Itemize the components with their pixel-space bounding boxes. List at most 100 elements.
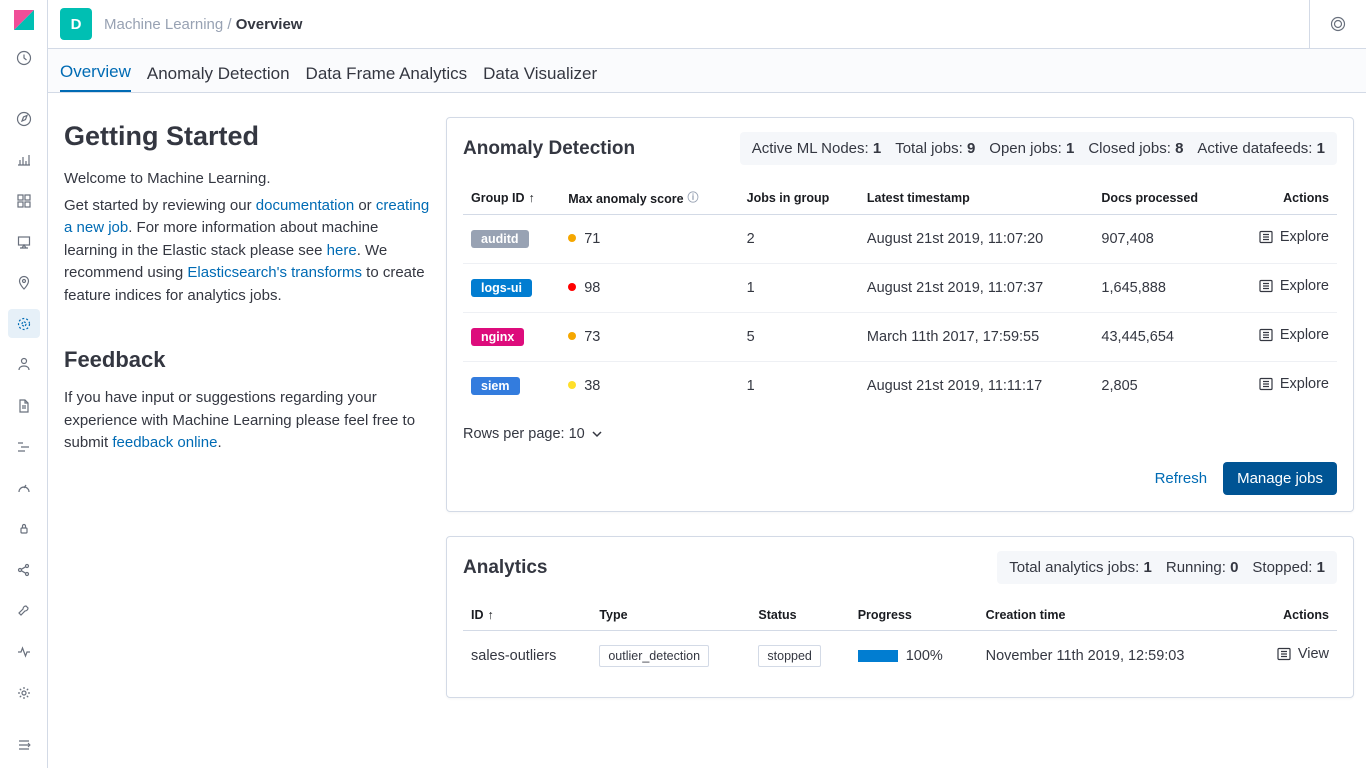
machine-learning-icon[interactable] bbox=[8, 309, 40, 338]
jobs-count: 1 bbox=[739, 264, 859, 313]
feedback-link[interactable]: feedback online bbox=[112, 434, 217, 451]
progress: 100% bbox=[858, 648, 970, 664]
anomaly-detection-panel: Anomaly Detection Active ML Nodes: 1 Tot… bbox=[446, 117, 1354, 512]
anomaly-table: Group ID↑ Max anomaly scoreⓘ Jobs in gro… bbox=[463, 181, 1337, 410]
siem-icon[interactable] bbox=[8, 514, 40, 543]
feedback-title: Feedback bbox=[64, 347, 430, 373]
dashboard-icon[interactable] bbox=[8, 186, 40, 215]
score-value: 71 bbox=[584, 231, 600, 247]
col-docs[interactable]: Docs processed bbox=[1093, 181, 1230, 215]
col-jobs[interactable]: Jobs in group bbox=[739, 181, 859, 215]
apm-icon[interactable] bbox=[8, 432, 40, 461]
col-group-id[interactable]: Group ID↑ bbox=[463, 181, 560, 215]
welcome-text: Welcome to Machine Learning. bbox=[64, 168, 430, 191]
latest-timestamp: March 11th 2017, 17:59:55 bbox=[859, 313, 1093, 362]
col-latest[interactable]: Latest timestamp bbox=[859, 181, 1093, 215]
here-link[interactable]: here bbox=[327, 242, 357, 259]
getting-started-text: Get started by reviewing our documentati… bbox=[64, 195, 430, 308]
col-max-score[interactable]: Max anomaly scoreⓘ bbox=[560, 181, 738, 215]
docs-processed: 907,408 bbox=[1093, 215, 1230, 264]
breadcrumb-current: Overview bbox=[236, 16, 303, 33]
ml-tabs: Overview Anomaly Detection Data Frame An… bbox=[48, 49, 1366, 93]
col-creation[interactable]: Creation time bbox=[978, 600, 1250, 631]
manage-jobs-button[interactable]: Manage jobs bbox=[1223, 462, 1337, 495]
logs-icon[interactable] bbox=[8, 391, 40, 420]
anomaly-stats: Active ML Nodes: 1 Total jobs: 9 Open jo… bbox=[740, 132, 1337, 165]
table-row: auditd712August 21st 2019, 11:07:20907,4… bbox=[463, 215, 1337, 264]
sort-asc-icon: ↑ bbox=[488, 608, 494, 622]
docs-processed: 43,445,654 bbox=[1093, 313, 1230, 362]
jobs-count: 2 bbox=[739, 215, 859, 264]
dev-tools-icon[interactable] bbox=[8, 596, 40, 625]
group-badge: siem bbox=[471, 377, 520, 395]
creation-time: November 11th 2019, 12:59:03 bbox=[978, 631, 1250, 682]
tab-data-frame-analytics[interactable]: Data Frame Analytics bbox=[306, 56, 468, 92]
jobs-count: 1 bbox=[739, 362, 859, 411]
analytics-id: sales-outliers bbox=[463, 631, 591, 682]
analytics-panel: Analytics Total analytics jobs: 1 Runnin… bbox=[446, 536, 1354, 698]
feedback-text: If you have input or suggestions regardi… bbox=[64, 387, 430, 455]
documentation-link[interactable]: documentation bbox=[256, 197, 354, 214]
explore-button[interactable]: Explore bbox=[1258, 229, 1329, 245]
latest-timestamp: August 21st 2019, 11:07:37 bbox=[859, 264, 1093, 313]
anomaly-panel-title: Anomaly Detection bbox=[463, 138, 635, 160]
table-row: sales-outliers outlier_detection stopped 10… bbox=[463, 631, 1337, 682]
list-icon bbox=[1258, 327, 1274, 343]
monitoring-icon[interactable] bbox=[8, 637, 40, 666]
recent-icon[interactable] bbox=[8, 44, 40, 73]
group-badge: logs-ui bbox=[471, 279, 532, 297]
chevron-down-icon bbox=[591, 428, 603, 440]
score-dot bbox=[568, 332, 576, 340]
view-button[interactable]: View bbox=[1276, 646, 1329, 662]
type-pill: outlier_detection bbox=[599, 645, 709, 667]
group-badge: auditd bbox=[471, 230, 529, 248]
analytics-table: ID↑ Type Status Progress Creation time A… bbox=[463, 600, 1337, 681]
docs-processed: 1,645,888 bbox=[1093, 264, 1230, 313]
infrastructure-icon[interactable] bbox=[8, 350, 40, 379]
table-row: nginx735March 11th 2017, 17:59:5543,445,… bbox=[463, 313, 1337, 362]
graph-icon[interactable] bbox=[8, 555, 40, 584]
top-header: D Machine Learning / Overview bbox=[48, 0, 1366, 49]
rows-per-page[interactable]: Rows per page: 10 bbox=[463, 426, 1337, 442]
col-actions-2: Actions bbox=[1249, 600, 1337, 631]
management-icon[interactable] bbox=[8, 678, 40, 707]
latest-timestamp: August 21st 2019, 11:11:17 bbox=[859, 362, 1093, 411]
tab-data-visualizer[interactable]: Data Visualizer bbox=[483, 56, 597, 92]
explore-button[interactable]: Explore bbox=[1258, 327, 1329, 343]
newsfeed-icon[interactable] bbox=[1322, 8, 1354, 40]
kibana-logo[interactable] bbox=[12, 8, 36, 32]
docs-processed: 2,805 bbox=[1093, 362, 1230, 411]
discover-icon[interactable] bbox=[8, 104, 40, 133]
analytics-panel-title: Analytics bbox=[463, 557, 547, 579]
explore-button[interactable]: Explore bbox=[1258, 376, 1329, 392]
list-icon bbox=[1258, 376, 1274, 392]
collapse-icon[interactable] bbox=[8, 731, 40, 760]
col-status[interactable]: Status bbox=[750, 600, 849, 631]
nav-rail bbox=[0, 0, 48, 768]
uptime-icon[interactable] bbox=[8, 473, 40, 502]
tab-overview[interactable]: Overview bbox=[60, 54, 131, 92]
score-value: 73 bbox=[584, 329, 600, 345]
maps-icon[interactable] bbox=[8, 268, 40, 297]
score-value: 98 bbox=[584, 280, 600, 296]
tab-anomaly-detection[interactable]: Anomaly Detection bbox=[147, 56, 290, 92]
col-type[interactable]: Type bbox=[591, 600, 750, 631]
info-icon[interactable]: ⓘ bbox=[688, 192, 699, 204]
col-progress[interactable]: Progress bbox=[850, 600, 978, 631]
group-badge: nginx bbox=[471, 328, 524, 346]
refresh-button[interactable]: Refresh bbox=[1155, 470, 1208, 487]
explore-button[interactable]: Explore bbox=[1258, 278, 1329, 294]
list-icon bbox=[1258, 229, 1274, 245]
col-actions: Actions bbox=[1231, 181, 1337, 215]
progress-bar bbox=[858, 650, 898, 662]
space-selector[interactable]: D bbox=[60, 8, 92, 40]
canvas-icon[interactable] bbox=[8, 227, 40, 256]
transforms-link[interactable]: Elasticsearch's transforms bbox=[187, 264, 362, 281]
score-value: 38 bbox=[584, 378, 600, 394]
table-row: logs-ui 98 1August 21st 2019, 11:07:371,64… bbox=[463, 264, 1337, 313]
status-pill: stopped bbox=[758, 645, 820, 667]
breadcrumb-app[interactable]: Machine Learning bbox=[104, 16, 223, 33]
visualize-icon[interactable] bbox=[8, 145, 40, 174]
col-id[interactable]: ID↑ bbox=[463, 600, 591, 631]
sort-asc-icon: ↑ bbox=[528, 191, 534, 205]
